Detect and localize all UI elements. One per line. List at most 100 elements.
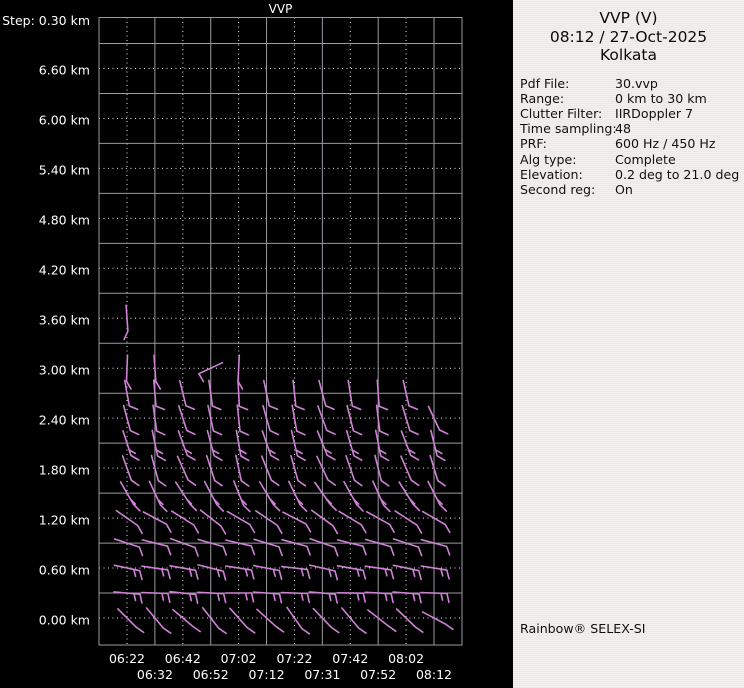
wind-barb bbox=[367, 609, 397, 632]
wind-barb bbox=[237, 354, 244, 390]
wind-barb bbox=[199, 509, 227, 535]
height-axis-label: 1.20 km bbox=[38, 512, 90, 528]
wind-barb bbox=[338, 510, 367, 534]
wind-barb bbox=[286, 606, 311, 635]
wind-barb bbox=[203, 480, 224, 512]
panel-header: VVP (V) 08:12 / 27-Oct-2025 Kolkata bbox=[513, 0, 744, 65]
wind-barb bbox=[366, 511, 395, 533]
wind-barb bbox=[427, 480, 448, 512]
param-row: PRF: 600 Hz / 450 Hz bbox=[520, 136, 744, 151]
wind-barb bbox=[262, 404, 280, 436]
param-row: Elevation: 0.2 deg to 21.0 deg bbox=[520, 167, 744, 182]
wind-barb bbox=[427, 405, 449, 435]
wind-barb bbox=[316, 455, 337, 486]
product-title: VVP (V) bbox=[599, 9, 658, 27]
wind-barb bbox=[174, 481, 198, 512]
wind-barb bbox=[318, 379, 335, 410]
wind-barb bbox=[314, 481, 337, 511]
wind-barb bbox=[197, 538, 228, 556]
wind-barb bbox=[224, 592, 255, 603]
time-axis-label: 07:31 bbox=[304, 667, 341, 682]
param-label: Alg type: bbox=[520, 151, 577, 167]
wind-barb bbox=[336, 592, 366, 603]
wind-barb bbox=[336, 539, 367, 556]
param-label: Second reg: bbox=[520, 181, 596, 197]
time-axis-label: 08:02 bbox=[388, 651, 425, 666]
param-row: Clutter Filter: IIRDoppler 7 bbox=[520, 106, 744, 121]
chart-canvas bbox=[98, 17, 463, 646]
wind-barb bbox=[364, 591, 394, 604]
wind-barb bbox=[205, 455, 223, 487]
param-value: 600 Hz / 450 Hz bbox=[615, 136, 716, 152]
wind-barb bbox=[343, 480, 364, 512]
wind-barb bbox=[392, 591, 422, 604]
height-axis-label: 3.60 km bbox=[38, 312, 90, 328]
param-value: Complete bbox=[615, 151, 676, 167]
wind-barb bbox=[308, 564, 339, 581]
height-axis-label: 6.00 km bbox=[38, 112, 90, 128]
wind-barb bbox=[178, 405, 196, 436]
height-axis-label: 0.00 km bbox=[38, 612, 90, 628]
wind-barb bbox=[430, 429, 446, 462]
wind-barb bbox=[141, 539, 172, 556]
wind-barb bbox=[113, 591, 143, 604]
wind-barb bbox=[169, 537, 199, 557]
param-label: Pdf File: bbox=[520, 75, 570, 91]
time-axis-label: 07:52 bbox=[360, 667, 397, 682]
wind-barb bbox=[280, 591, 311, 604]
wind-barb bbox=[316, 430, 336, 461]
param-value: On bbox=[615, 181, 633, 197]
wind-barb bbox=[421, 510, 451, 534]
parameter-list: Pdf File: 30.vvp Range: 0 km to 30 km Clutte… bbox=[513, 76, 744, 198]
height-axis-label: 0.60 km bbox=[38, 562, 90, 578]
wind-barb bbox=[206, 429, 223, 461]
wind-barb bbox=[252, 591, 283, 604]
wind-barb bbox=[197, 564, 227, 581]
time-axis-label: 07:12 bbox=[248, 667, 285, 682]
wind-barb bbox=[176, 455, 197, 486]
wind-barb bbox=[420, 538, 451, 556]
wind-barb bbox=[172, 608, 201, 633]
wind-barb bbox=[229, 607, 256, 634]
param-row: Pdf File: 30.vvp bbox=[520, 76, 744, 91]
wind-barb bbox=[336, 565, 367, 580]
wind-barb bbox=[122, 430, 140, 461]
wind-barb bbox=[290, 429, 306, 462]
wind-barb bbox=[263, 379, 279, 411]
wind-barb bbox=[201, 607, 227, 635]
info-panel: VVP (V) 08:12 / 27-Oct-2025 Kolkata Pdf … bbox=[513, 0, 744, 688]
wind-barb bbox=[309, 538, 339, 557]
wind-barb bbox=[226, 510, 256, 534]
wind-barb bbox=[402, 379, 419, 411]
wind-barb bbox=[392, 538, 423, 557]
wind-barb bbox=[113, 538, 144, 557]
time-axis-label: 07:22 bbox=[276, 651, 313, 666]
height-step-label: Step: 0.30 km bbox=[2, 13, 90, 28]
wind-barb bbox=[261, 430, 280, 461]
vvp-wind-profile-chart: VVP Step: 0.30 km 6.60 km 6.00 km 5.40 km 4… bbox=[0, 0, 513, 688]
param-row: Time sampling:48 bbox=[520, 121, 744, 136]
time-axis-label: 06:42 bbox=[164, 651, 201, 666]
wind-barb bbox=[420, 565, 450, 580]
wind-barb bbox=[171, 510, 200, 534]
wind-barb bbox=[398, 481, 421, 512]
wind-barb bbox=[260, 455, 280, 487]
wind-barb bbox=[177, 430, 196, 461]
time-axis-label: 07:02 bbox=[220, 651, 257, 666]
param-row: Second reg: On bbox=[520, 182, 744, 197]
wind-barb bbox=[290, 454, 307, 487]
param-value: IIRDoppler 7 bbox=[615, 105, 694, 121]
chart-title: VVP bbox=[268, 2, 293, 16]
wind-barb bbox=[141, 591, 171, 604]
height-axis-label: 6.60 km bbox=[38, 62, 90, 78]
vvp-application-window: VVP Step: 0.30 km 6.60 km 6.00 km 5.40 km 4… bbox=[0, 0, 744, 688]
wind-barb bbox=[207, 404, 223, 436]
wind-barb bbox=[121, 455, 140, 487]
param-label: Time sampling: bbox=[520, 121, 617, 137]
wind-barb bbox=[280, 565, 311, 580]
wind-barb bbox=[115, 509, 143, 535]
wind-barb bbox=[420, 591, 450, 604]
wind-barb bbox=[395, 608, 424, 633]
wind-barb bbox=[392, 564, 422, 581]
wind-barb bbox=[400, 455, 420, 487]
